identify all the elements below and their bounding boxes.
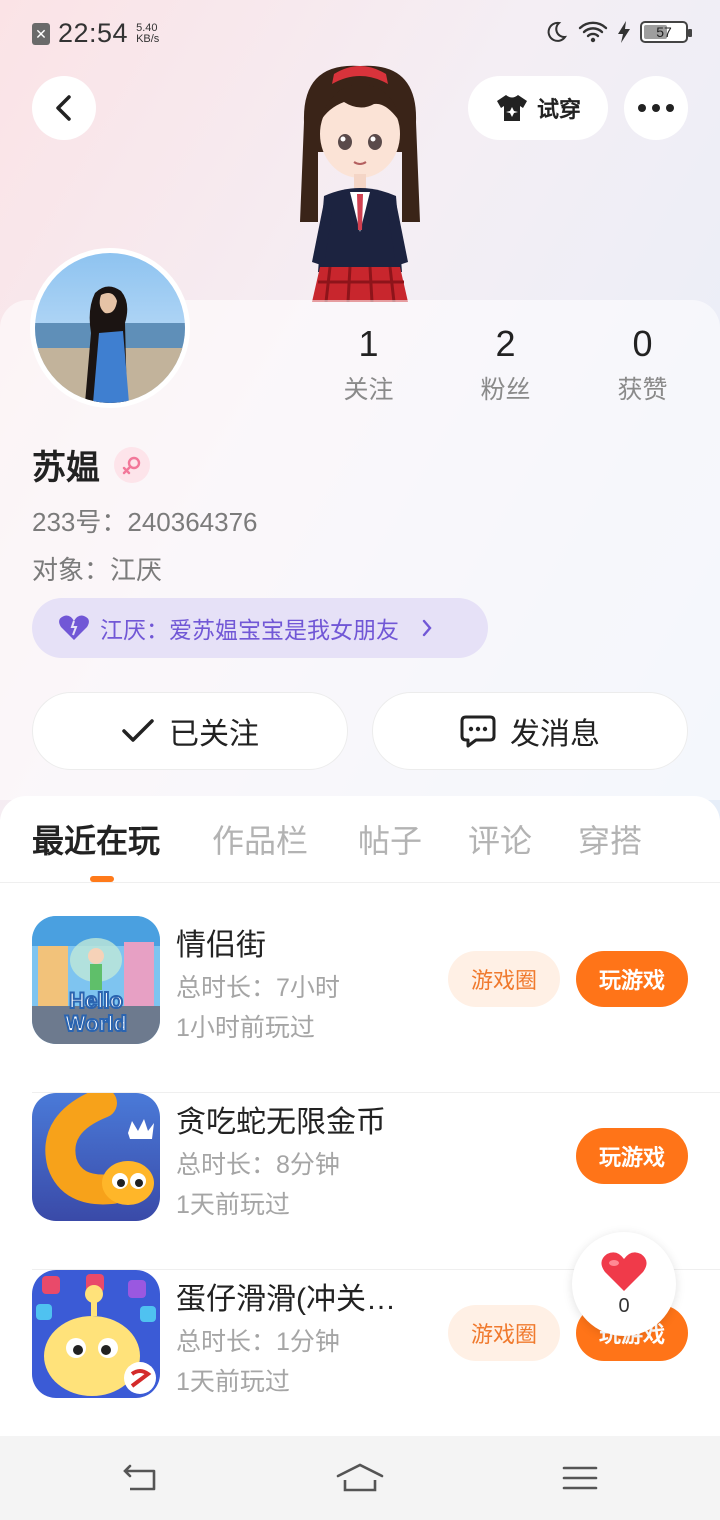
send-message-button[interactable]: 发消息: [372, 692, 688, 770]
followed-label: 已关注: [169, 718, 259, 751]
nav-back-button[interactable]: [110, 1458, 170, 1498]
likes-label: 获赞: [617, 376, 668, 404]
followers-count: 2: [495, 323, 516, 364]
game-duration: 总时长：8分钟: [176, 1151, 340, 1179]
stat-following[interactable]: 1 关注: [300, 322, 437, 406]
following-count: 1: [358, 323, 379, 364]
like-count: 0: [618, 1294, 630, 1317]
chat-bubble-icon: [460, 715, 496, 748]
floating-like-button[interactable]: 0: [572, 1232, 676, 1336]
more-dot-icon: [652, 104, 660, 112]
back-button[interactable]: [32, 76, 96, 140]
game-circle-button[interactable]: 游戏圈: [448, 1305, 560, 1361]
notification-icon: ✕: [32, 22, 50, 45]
more-dot-icon: [666, 104, 674, 112]
game-icon-eggy[interactable]: [32, 1270, 160, 1398]
couple-message-pill[interactable]: 江厌：爱苏媪宝宝是我女朋友: [32, 598, 488, 658]
network-speed: 5.40 KB/s: [136, 21, 160, 45]
tab-outfits[interactable]: 穿搭: [578, 816, 642, 862]
likes-count: 0: [632, 323, 653, 364]
following-label: 关注: [343, 376, 394, 404]
tab-recently-played[interactable]: 最近在玩: [32, 816, 160, 862]
avatar-photo: [35, 253, 185, 403]
couple-message-text: 江厌：爱苏媪宝宝是我女朋友: [100, 617, 399, 643]
game-last-played: 1天前玩过: [176, 1368, 290, 1396]
partner-info: 对象：江厌: [32, 555, 163, 585]
try-on-button[interactable]: 试穿: [468, 76, 608, 140]
tab-comments[interactable]: 评论: [468, 816, 532, 862]
svg-text:World: World: [65, 1011, 127, 1036]
female-icon: [114, 446, 150, 483]
more-dot-icon: [638, 104, 646, 112]
stat-likes[interactable]: 0 获赞: [574, 322, 711, 406]
stat-followers[interactable]: 2 粉丝: [437, 322, 574, 406]
shirt-icon: [496, 95, 527, 121]
list-item[interactable]: Hello World 情侣街 总时长：7小时 1小时前玩过 游戏圈 玩游戏: [32, 916, 720, 1093]
avatar-figure: [300, 65, 420, 302]
game-icon-couple-street[interactable]: Hello World: [32, 916, 160, 1044]
followers-label: 粉丝: [480, 376, 531, 404]
more-options-button[interactable]: [624, 76, 688, 140]
moon-icon: [547, 21, 568, 42]
name-row: 苏媪: [32, 440, 150, 489]
home-icon: [336, 1463, 384, 1492]
tab-posts[interactable]: 帖子: [358, 816, 422, 862]
system-navigation-bar: [0, 1436, 720, 1520]
game-last-played: 1天前玩过: [176, 1191, 290, 1219]
profile-stats: 1 关注 2 粉丝 0 获赞: [300, 322, 712, 406]
game-title: 蛋仔滑滑(冲关…: [176, 1283, 396, 1316]
tabs-divider: [0, 882, 720, 883]
chevron-left-icon: [56, 95, 71, 121]
try-on-label: 试穿: [536, 97, 581, 122]
user-id: 233号：240364376: [32, 507, 258, 537]
back-icon: [123, 1464, 156, 1491]
game-duration: 总时长：1分钟: [176, 1328, 340, 1356]
status-time: 22:54: [58, 18, 129, 48]
chevron-right-icon: [422, 619, 432, 637]
tab-works[interactable]: 作品栏: [212, 816, 308, 862]
game-last-played: 1小时前玩过: [176, 1014, 315, 1042]
battery-icon: 57: [640, 21, 692, 43]
nav-menu-button[interactable]: [550, 1458, 610, 1498]
followed-button[interactable]: 已关注: [32, 692, 348, 770]
heart-icon: [601, 1251, 647, 1291]
game-circle-button[interactable]: 游戏圈: [448, 951, 560, 1007]
game-duration: 总时长：7小时: [176, 974, 340, 1002]
user-name: 苏媪: [32, 449, 100, 487]
wifi-icon: [578, 21, 608, 43]
game-title: 情侣街: [176, 929, 266, 962]
charging-icon: [618, 21, 630, 43]
menu-icon: [562, 1466, 598, 1490]
user-avatar[interactable]: [30, 248, 190, 408]
status-bar: ✕ 22:54 5.40 KB/s 57: [0, 0, 720, 66]
play-game-button[interactable]: 玩游戏: [576, 1128, 688, 1184]
game-title: 贪吃蛇无限金币: [176, 1106, 386, 1139]
send-message-label: 发消息: [510, 718, 600, 751]
profile-tabs: 最近在玩 作品栏 帖子 评论 穿搭: [0, 816, 720, 884]
svg-text:Hello: Hello: [69, 988, 123, 1013]
heart-icon: [59, 615, 89, 640]
check-icon: [122, 719, 154, 742]
game-icon-snake[interactable]: [32, 1093, 160, 1221]
nav-home-button[interactable]: [330, 1458, 390, 1498]
play-game-button[interactable]: 玩游戏: [576, 951, 688, 1007]
